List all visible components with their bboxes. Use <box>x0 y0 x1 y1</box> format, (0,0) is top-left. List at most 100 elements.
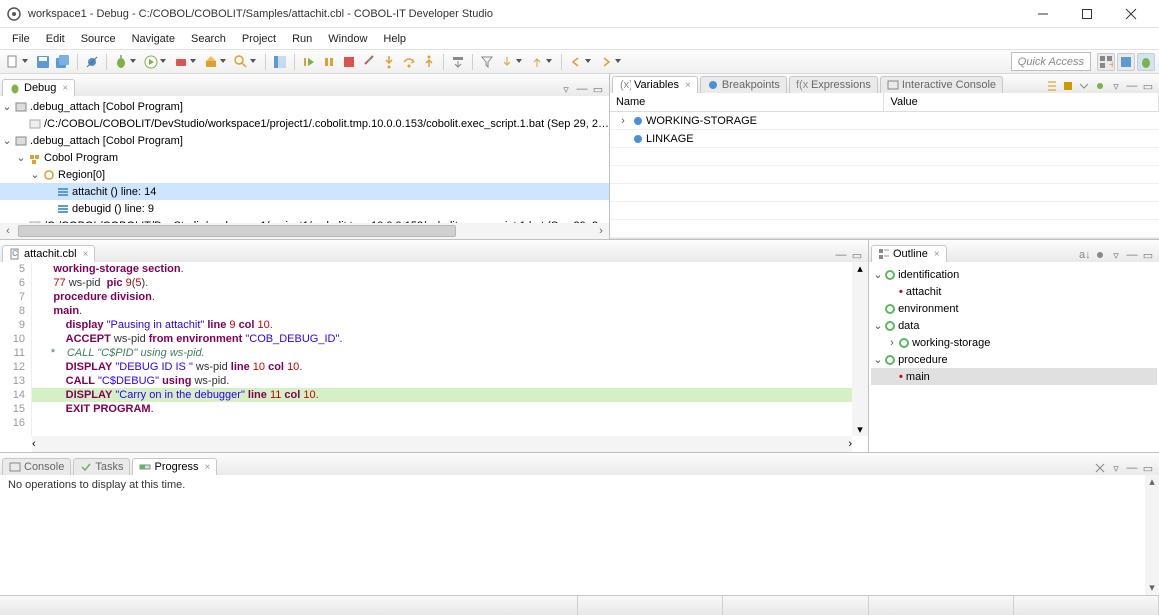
variable-row[interactable]: ›WORKING-STORAGE <box>610 112 1159 130</box>
maximize-view-icon[interactable]: ▭ <box>850 248 864 262</box>
menu-search[interactable]: Search <box>183 31 234 47</box>
prev-annotation-icon[interactable] <box>528 53 546 71</box>
variable-detail-pane[interactable] <box>610 238 1159 239</box>
column-name[interactable]: Name <box>610 93 885 111</box>
minimize-view-icon[interactable]: — <box>834 248 848 262</box>
disconnect-icon[interactable] <box>360 53 378 71</box>
sort-icon[interactable]: a↓ <box>1077 248 1091 262</box>
save-all-icon[interactable] <box>54 53 72 71</box>
resume-icon[interactable] <box>300 53 318 71</box>
step-into-icon[interactable] <box>380 53 398 71</box>
minimize-view-icon[interactable]: — <box>1125 79 1139 93</box>
outline-working-storage[interactable]: › working-storage <box>871 334 1157 351</box>
minimize-button[interactable] <box>1021 0 1065 28</box>
debug-target[interactable]: ⌄Cobol Program <box>0 149 609 166</box>
menu-window[interactable]: Window <box>320 31 375 47</box>
maximize-button[interactable] <box>1065 0 1109 28</box>
forward-icon[interactable] <box>597 53 615 71</box>
stack-frame[interactable]: debugid () line: 9 <box>0 200 609 217</box>
close-icon[interactable]: × <box>62 83 68 94</box>
use-step-filters-icon[interactable] <box>478 53 496 71</box>
close-icon[interactable]: × <box>934 249 940 260</box>
view-menu-icon[interactable]: ▿ <box>1109 248 1123 262</box>
outline-data[interactable]: ⌄ data <box>871 317 1157 334</box>
debug-perspective-icon[interactable] <box>1137 53 1155 71</box>
step-over-icon[interactable] <box>400 53 418 71</box>
menu-project[interactable]: Project <box>234 31 284 47</box>
maximize-view-icon[interactable]: ▭ <box>591 82 605 96</box>
suspend-icon[interactable] <box>320 53 338 71</box>
close-icon[interactable]: × <box>685 80 691 91</box>
minimize-view-icon[interactable]: — <box>575 82 589 96</box>
tab-editor-file[interactable]: c attachit.cbl × <box>2 245 95 262</box>
tab-expressions[interactable]: f(x) Expressions <box>789 76 878 93</box>
debug-launch-2[interactable]: ⌄.debug_attach [Cobol Program] <box>0 132 609 149</box>
show-logical-icon[interactable] <box>1061 79 1075 93</box>
cobol-perspective-icon[interactable] <box>1117 53 1135 71</box>
menu-edit[interactable]: Edit <box>38 31 73 47</box>
toggle-breadcrumb-icon[interactable] <box>271 53 289 71</box>
minimize-view-icon[interactable]: — <box>1125 248 1139 262</box>
menu-source[interactable]: Source <box>73 31 124 47</box>
debug-launch-1[interactable]: ⌄.debug_attach [Cobol Program] <box>0 98 609 115</box>
horizontal-scrollbar[interactable]: ‹› <box>32 436 852 452</box>
ext-tools-icon[interactable] <box>172 53 190 71</box>
outline-procedure[interactable]: ⌄ procedure <box>871 351 1157 368</box>
vertical-scrollbar[interactable]: ▴ ▾ <box>852 262 868 436</box>
search-icon[interactable] <box>232 53 250 71</box>
code-editor[interactable]: 5678910111213▸141516 working-storage sec… <box>0 262 868 436</box>
minimize-view-icon[interactable]: — <box>1125 461 1139 475</box>
close-icon[interactable]: × <box>205 462 211 473</box>
menu-run[interactable]: Run <box>284 31 320 47</box>
view-menu-icon[interactable]: ▿ <box>1109 79 1123 93</box>
maximize-view-icon[interactable]: ▭ <box>1141 79 1155 93</box>
outline-program-id[interactable]: • attachit <box>871 283 1157 300</box>
step-return-icon[interactable] <box>420 53 438 71</box>
run-icon[interactable] <box>142 53 160 71</box>
show-type-names-icon[interactable] <box>1045 79 1059 93</box>
close-icon[interactable]: × <box>83 249 89 260</box>
debug-icon[interactable] <box>112 53 130 71</box>
back-icon[interactable] <box>567 53 585 71</box>
drop-to-frame-icon[interactable] <box>449 53 467 71</box>
tab-debug[interactable]: Debug × <box>2 79 75 96</box>
next-annotation-icon[interactable] <box>498 53 516 71</box>
hide-fields-icon[interactable] <box>1093 248 1107 262</box>
build-icon[interactable] <box>202 53 220 71</box>
tab-variables[interactable]: (x) Variables × <box>612 76 698 93</box>
vertical-scrollbar[interactable]: ▴▾ <box>1145 475 1159 595</box>
variables-table[interactable]: ›WORKING-STORAGE LINKAGE <box>610 112 1159 238</box>
column-value[interactable]: Value <box>884 93 1159 111</box>
debug-tree[interactable]: ⌄.debug_attach [Cobol Program] /C:/COBOL… <box>0 96 609 236</box>
view-menu-icon[interactable]: ▿ <box>559 82 573 96</box>
debug-process-1[interactable]: /C:/COBOL/COBOLIT/DevStudio/workspace1/p… <box>0 115 609 132</box>
save-icon[interactable] <box>34 53 52 71</box>
variable-row[interactable]: LINKAGE <box>610 130 1159 148</box>
remove-all-icon[interactable] <box>1093 461 1107 475</box>
terminate-icon[interactable] <box>340 53 358 71</box>
menu-file[interactable]: File <box>4 31 38 47</box>
debug-thread[interactable]: ⌄Region[0] <box>0 166 609 183</box>
outline-environment[interactable]: environment <box>871 300 1157 317</box>
view-menu-icon[interactable]: ▿ <box>1109 461 1123 475</box>
outline-tree[interactable]: ⌄ identification • attachit environment … <box>871 264 1157 387</box>
menu-help[interactable]: Help <box>375 31 414 47</box>
tab-outline[interactable]: Outline × <box>871 245 947 262</box>
quick-access-input[interactable]: Quick Access <box>1011 52 1091 71</box>
maximize-view-icon[interactable]: ▭ <box>1141 248 1155 262</box>
collapse-all-icon[interactable] <box>1077 79 1091 93</box>
outline-main[interactable]: • main <box>871 368 1157 385</box>
menu-navigate[interactable]: Navigate <box>124 31 183 47</box>
tab-console[interactable]: Console <box>2 458 71 475</box>
maximize-view-icon[interactable]: ▭ <box>1141 461 1155 475</box>
tab-tasks[interactable]: Tasks <box>73 458 130 475</box>
pin-icon[interactable] <box>1093 79 1107 93</box>
close-button[interactable] <box>1109 0 1153 28</box>
stack-frame-current[interactable]: attachit () line: 14 <box>0 183 609 200</box>
horizontal-scrollbar[interactable]: ‹ › <box>0 223 609 239</box>
new-icon[interactable] <box>4 53 22 71</box>
outline-identification[interactable]: ⌄ identification <box>871 266 1157 283</box>
tab-progress[interactable]: Progress × <box>132 458 217 475</box>
open-perspective-icon[interactable]: + <box>1097 53 1115 71</box>
tab-interactive-console[interactable]: Interactive Console <box>880 76 1003 93</box>
